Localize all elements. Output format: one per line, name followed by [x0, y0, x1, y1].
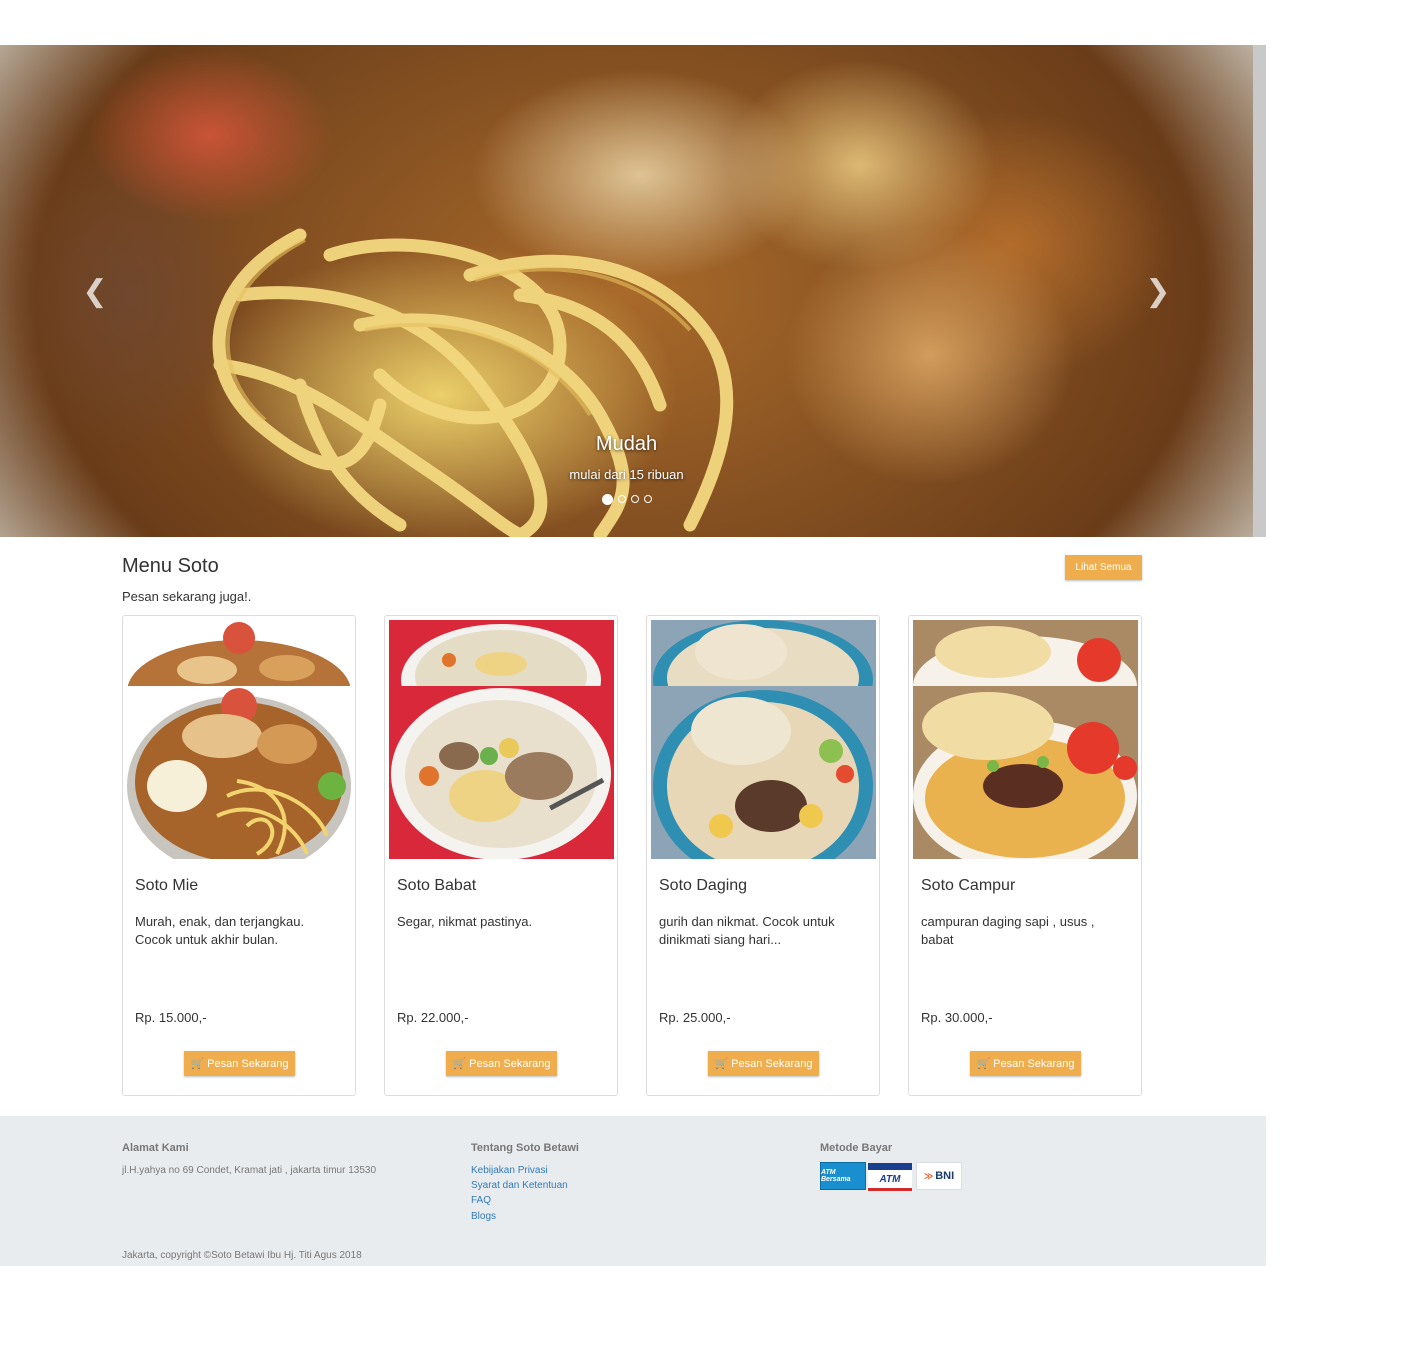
card-price: Rp. 30.000,-	[921, 1010, 993, 1025]
carousel-indicators	[0, 494, 1253, 505]
menu-card: Soto Daging gurih dan nikmat. Cocok untu…	[646, 615, 880, 1096]
carousel-indicator[interactable]	[643, 495, 652, 503]
carousel-indicator[interactable]	[630, 495, 639, 503]
bni-logo: ≫ BNI	[916, 1162, 962, 1190]
food-photo	[389, 686, 614, 859]
card-description: gurih dan nikmat. Cocok untuk dinikmati …	[659, 914, 835, 947]
carousel-scrollbar[interactable]	[1253, 45, 1266, 537]
faq-link[interactable]: FAQ	[471, 1195, 491, 1206]
food-image	[127, 620, 352, 859]
chevron-left-icon: ❮	[82, 274, 108, 308]
food-photo	[913, 686, 1138, 859]
food-photo	[651, 686, 876, 859]
slide-subtitle: mulai dari 15 ribuan	[569, 467, 684, 482]
order-button-label: Pesan Sekarang	[993, 1057, 1075, 1070]
card-title: Soto Daging	[659, 877, 748, 894]
card-title: Soto Mie	[135, 877, 199, 894]
address-heading: Alamat Kami	[122, 1142, 189, 1154]
food-thumbnail-strip	[389, 620, 614, 686]
food-thumbnail-strip	[127, 620, 352, 686]
cart-icon: 🛒	[714, 1058, 729, 1070]
card-price: Rp. 22.000,-	[397, 1010, 469, 1025]
slide-title: Mudah	[595, 433, 658, 455]
carousel-prev-button[interactable]: ❮	[0, 45, 190, 537]
carousel-indicator[interactable]	[601, 494, 613, 505]
bni-label: BNI	[935, 1170, 955, 1182]
chevron-right-icon: ❯	[1145, 274, 1171, 308]
privacy-policy-link[interactable]: Kebijakan Privasi	[471, 1165, 548, 1176]
card-description: Segar, nikmat pastinya.	[397, 914, 533, 929]
atm-bersama-logo: ATM Bersama	[820, 1162, 866, 1190]
menu-title: Menu Soto	[122, 555, 219, 577]
menu-card: Soto Campur campuran daging sapi , usus …	[908, 615, 1142, 1096]
hero-carousel[interactable]: ❮ ❯ Mudah mulai dari 15 ribuan	[0, 45, 1253, 537]
carousel-next-button[interactable]: ❯	[1063, 45, 1253, 537]
order-button-label: Pesan Sekarang	[731, 1057, 813, 1070]
menu-card: Soto Babat Segar, nikmat pastinya. Rp. 2…	[384, 615, 618, 1096]
menu-card: Soto Mie Murah, enak, dan terjangkau. Co…	[122, 615, 356, 1096]
atm-logo: ATM	[868, 1163, 912, 1191]
food-image	[389, 620, 614, 859]
menu-subtitle: Pesan sekarang juga!.	[122, 589, 252, 604]
blogs-link[interactable]: Blogs	[471, 1211, 496, 1222]
cart-icon: 🛒	[452, 1058, 467, 1070]
food-image	[651, 620, 876, 859]
order-button[interactable]: 🛒 Pesan Sekarang	[446, 1051, 557, 1076]
card-price: Rp. 15.000,-	[135, 1010, 207, 1025]
order-button[interactable]: 🛒 Pesan Sekarang	[970, 1051, 1081, 1076]
order-button-label: Pesan Sekarang	[469, 1057, 551, 1070]
bni-mark-icon: ≫	[923, 1170, 934, 1181]
cart-icon: 🛒	[976, 1058, 991, 1070]
carousel-indicator[interactable]	[617, 495, 626, 503]
food-image	[913, 620, 1138, 859]
terms-link[interactable]: Syarat dan Ketentuan	[471, 1180, 568, 1191]
about-heading: Tentang Soto Betawi	[471, 1142, 579, 1154]
card-title: Soto Campur	[921, 877, 1016, 894]
atm-bersama-label: ATM Bersama	[821, 1169, 851, 1183]
copyright-text: Jakarta, copyright ©Soto Betawi Ibu Hj. …	[122, 1250, 362, 1261]
cart-icon: 🛒	[190, 1058, 205, 1070]
order-button-label: Pesan Sekarang	[207, 1057, 289, 1070]
card-description: Murah, enak, dan terjangkau. Cocok untuk…	[135, 914, 305, 947]
atm-label: ATM	[879, 1173, 901, 1185]
address-text: jl.H.yahya no 69 Condet, Kramat jati , j…	[122, 1165, 377, 1176]
food-thumbnail-strip	[651, 620, 876, 686]
food-thumbnail-strip	[913, 620, 1138, 686]
order-button[interactable]: 🛒 Pesan Sekarang	[708, 1051, 819, 1076]
card-price: Rp. 25.000,-	[659, 1010, 731, 1025]
order-button[interactable]: 🛒 Pesan Sekarang	[184, 1051, 295, 1076]
card-description: campuran daging sapi , usus , babat	[921, 914, 1095, 947]
card-title: Soto Babat	[397, 877, 477, 894]
view-all-button[interactable]: Lihat Semua	[1065, 555, 1142, 580]
footer: Alamat Kami jl.H.yahya no 69 Condet, Kra…	[0, 1116, 1266, 1266]
food-photo	[127, 686, 352, 859]
payment-heading: Metode Bayar	[820, 1142, 893, 1154]
